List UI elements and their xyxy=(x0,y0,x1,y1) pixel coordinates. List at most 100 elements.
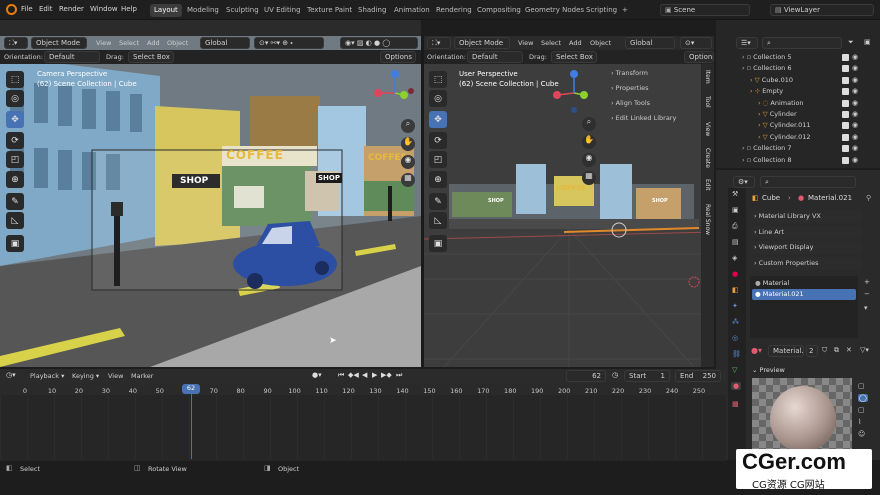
remove-slot-icon[interactable]: − xyxy=(864,290,870,298)
material-name-field[interactable]: Material... xyxy=(768,345,804,357)
exclude-checkbox-icon[interactable] xyxy=(842,145,849,153)
right-options-dropdown[interactable]: Options xyxy=(684,51,714,63)
right-navigation-gizmo[interactable] xyxy=(549,68,599,118)
visibility-eye-icon[interactable]: ◉ xyxy=(852,144,858,152)
camera-view-icon[interactable]: ◉ xyxy=(401,155,415,169)
right-menu-view[interactable]: View xyxy=(518,39,533,47)
right-cursor-tool-icon[interactable]: ◎ xyxy=(429,90,447,107)
left-viewport[interactable]: COFFEE COFFEE SHOP SHOP Camera Perspecti… xyxy=(0,36,421,367)
outliner-row[interactable]: › ◌ Animation xyxy=(758,99,804,110)
right-mode-dropdown[interactable]: Object Mode xyxy=(454,37,510,49)
add-slot-icon[interactable]: + xyxy=(864,278,870,286)
scene-selector[interactable]: ▣ Scene xyxy=(660,4,750,16)
end-frame-field[interactable]: End 250 xyxy=(675,370,721,382)
right-viewport[interactable]: COFFEE SHOP SHOP User Perspective (62) S… xyxy=(424,64,714,367)
tool-props-tab-icon[interactable]: ⚒ xyxy=(732,190,738,198)
slot-specials-icon[interactable]: ▾ xyxy=(864,304,868,312)
tab-geometry-nodes[interactable]: Geometry Nodes xyxy=(521,4,588,17)
outliner-row[interactable]: › ▫ Collection 6 xyxy=(742,64,792,75)
preview-hair-icon[interactable]: ⌇ xyxy=(858,418,861,426)
cursor-tool-icon[interactable]: ◎ xyxy=(6,90,24,107)
slot-material[interactable]: ● Material xyxy=(752,278,856,289)
properties-editor-type-icon[interactable]: ⚙▾ xyxy=(733,176,755,188)
menu-edit[interactable]: Edit xyxy=(39,5,53,13)
material-browse-icon[interactable]: ●▾ xyxy=(751,346,762,355)
view-layer-selector[interactable]: ▤ ViewLayer xyxy=(770,4,874,16)
n-tab-create[interactable]: Create xyxy=(704,148,711,168)
node-link-icon[interactable]: ▽▾ xyxy=(860,346,869,354)
timeline-grid[interactable] xyxy=(0,395,726,459)
play-reverse-icon[interactable]: ◀ xyxy=(362,371,367,379)
start-frame-field[interactable]: Start 1 xyxy=(624,370,670,382)
menu-help[interactable]: Help xyxy=(121,5,137,13)
right-annotate-tool-icon[interactable]: ✎ xyxy=(429,193,447,210)
visibility-eye-icon[interactable]: ◉ xyxy=(852,121,858,129)
unlink-material-icon[interactable]: ✕ xyxy=(846,346,852,354)
preview-panel-header[interactable]: ⌄ Preview xyxy=(752,366,785,374)
timeline-menu-keying[interactable]: Keying ▾ xyxy=(72,372,99,380)
visibility-eye-icon[interactable]: ◉ xyxy=(852,87,858,95)
left-options-dropdown[interactable]: Options xyxy=(380,51,416,63)
tab-shading[interactable]: Shading xyxy=(354,4,390,17)
n-tab-tool[interactable]: Tool xyxy=(704,96,711,108)
measure-tool-icon[interactable]: ◺ xyxy=(6,212,24,229)
ortho-toggle-icon[interactable]: ▦ xyxy=(401,173,415,187)
view-layer-tab-icon[interactable]: ▤ xyxy=(732,238,739,246)
right-menu-add[interactable]: Add xyxy=(569,39,582,47)
tab-layout[interactable]: Layout xyxy=(150,4,182,17)
outliner-row[interactable]: › ▫ Collection 5 xyxy=(742,53,792,64)
visibility-eye-icon[interactable]: ◉ xyxy=(852,156,858,164)
blender-logo-icon[interactable] xyxy=(6,4,17,15)
preview-sphere-icon[interactable]: ▢ xyxy=(858,382,865,390)
tab-compositing[interactable]: Compositing xyxy=(473,4,525,17)
left-menu-add[interactable]: Add xyxy=(147,39,160,47)
timeline-menu-marker[interactable]: Marker xyxy=(131,372,153,380)
material-tab-icon[interactable]: ● xyxy=(731,382,742,390)
outliner-row[interactable]: › ▽ Cylinder xyxy=(758,110,797,121)
n-tab-edit[interactable]: Edit xyxy=(704,179,711,191)
outliner-row[interactable]: › ▽ Cylinder.011 xyxy=(758,121,811,132)
right-menu-select[interactable]: Select xyxy=(541,39,561,47)
tab-scripting[interactable]: Scripting xyxy=(582,4,621,17)
n-tab-item[interactable]: Item xyxy=(704,70,711,84)
visibility-eye-icon[interactable]: ◉ xyxy=(852,133,858,141)
navigation-gizmo[interactable] xyxy=(370,68,420,118)
left-mode-dropdown[interactable]: Object Mode xyxy=(31,37,87,49)
right-orientation-dropdown[interactable]: Default xyxy=(467,51,523,63)
add-cube-tool-icon[interactable]: ▣ xyxy=(6,235,24,252)
outliner-row[interactable]: › ▫ Collection 8 xyxy=(742,156,792,167)
tab-texture-paint[interactable]: Texture Paint xyxy=(303,4,356,17)
left-editor-type-icon[interactable]: ⛶▾ xyxy=(4,37,28,49)
object-tab-icon[interactable]: ◧ xyxy=(732,286,739,294)
scale-tool-icon[interactable]: ◰ xyxy=(6,151,24,168)
world-tab-icon[interactable]: ● xyxy=(732,270,738,278)
fake-user-shield-icon[interactable]: ⛉ xyxy=(822,346,827,355)
right-menu-object[interactable]: Object xyxy=(590,39,611,47)
preview-cube-icon[interactable]: ▢ xyxy=(858,406,865,414)
n-panel-transform[interactable]: › Transform xyxy=(611,69,648,77)
tweak-tool-icon[interactable]: ⬚ xyxy=(6,71,24,88)
n-panel-properties[interactable]: › Properties xyxy=(611,84,649,92)
right-rotate-tool-icon[interactable]: ⟳ xyxy=(429,132,447,149)
right-snap-icons[interactable]: ⊙▾ xyxy=(680,37,712,49)
particles-tab-icon[interactable]: ⁂ xyxy=(732,318,739,326)
properties-subpanel[interactable]: › Material Library VX xyxy=(750,210,862,223)
right-drag-dropdown[interactable]: Select Box xyxy=(551,51,597,63)
exclude-checkbox-icon[interactable] xyxy=(842,88,849,96)
right-measure-tool-icon[interactable]: ◺ xyxy=(429,212,447,229)
right-camera-view-icon[interactable]: ◉ xyxy=(582,153,596,167)
preview-monkey-icon[interactable]: ☺ xyxy=(858,430,865,438)
zoom-icon[interactable]: ⌕ xyxy=(401,119,415,133)
exclude-checkbox-icon[interactable] xyxy=(842,122,849,130)
exclude-checkbox-icon[interactable] xyxy=(842,65,849,73)
data-tab-icon[interactable]: ▽ xyxy=(732,366,737,374)
breadcrumb-object[interactable]: Cube xyxy=(762,194,780,202)
render-props-tab-icon[interactable]: ▣ xyxy=(732,206,739,214)
duplicate-material-icon[interactable]: ⧉ xyxy=(834,346,839,355)
left-menu-view[interactable]: View xyxy=(96,39,111,47)
breadcrumb-material[interactable]: Material.021 xyxy=(808,194,852,202)
annotate-tool-icon[interactable]: ✎ xyxy=(6,193,24,210)
tab-sculpting[interactable]: Sculpting xyxy=(222,4,263,17)
timeline-menu-playback[interactable]: Playback ▾ xyxy=(30,372,64,380)
n-panel-edit-linked-library[interactable]: › Edit Linked Library xyxy=(611,114,676,122)
